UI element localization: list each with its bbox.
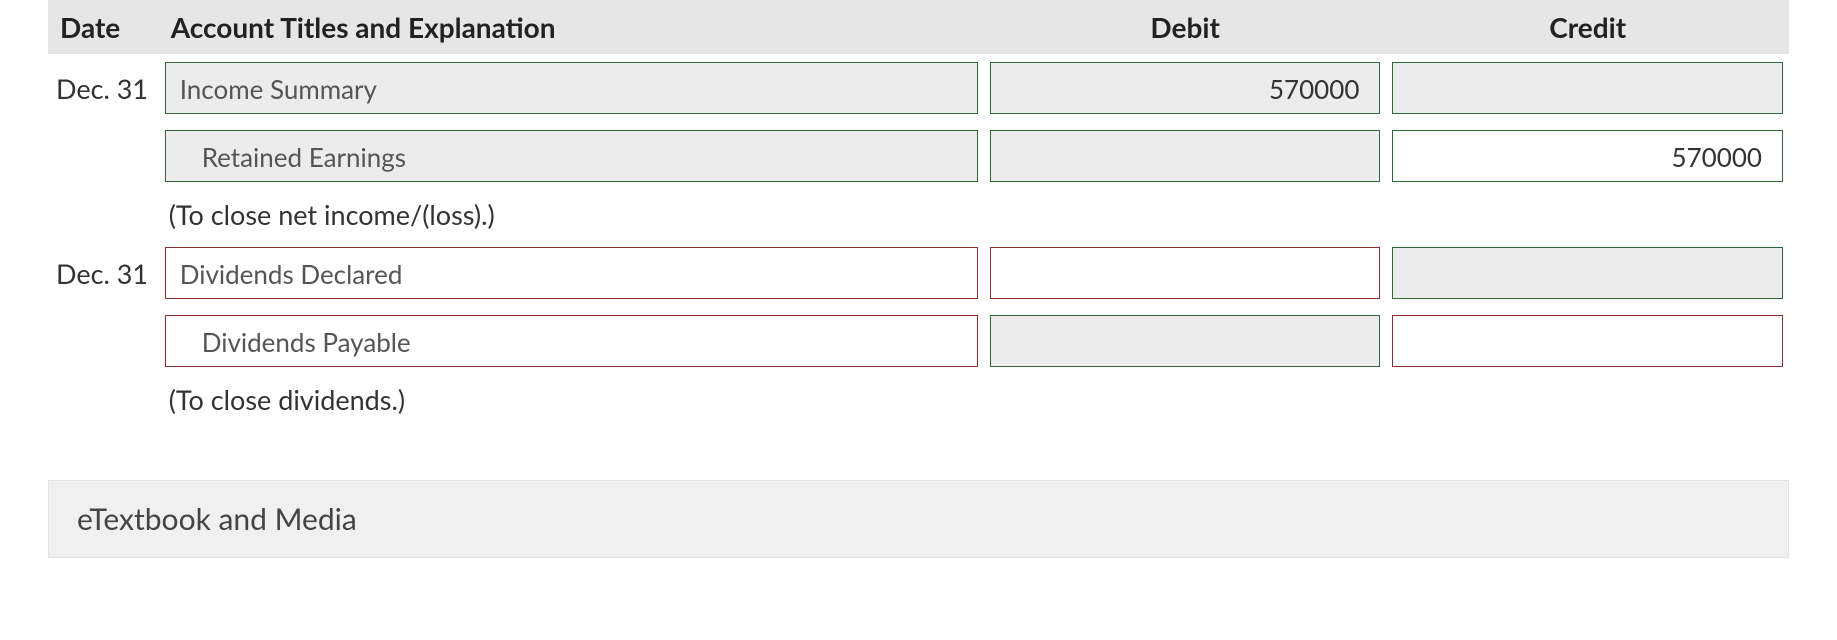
credit-input[interactable] [1392, 315, 1783, 367]
header-debit: Debit [984, 0, 1387, 54]
account-input[interactable]: Dividends Payable [165, 315, 978, 367]
date-cell: Dec. 31 [48, 54, 159, 122]
explanation-row: (To close net income/(loss).) [48, 190, 1789, 239]
journal-row: Dividends Payable [48, 307, 1789, 375]
credit-input[interactable]: 570000 [1392, 130, 1783, 182]
credit-input[interactable] [1392, 62, 1783, 114]
explanation-text: (To close dividends.) [159, 375, 984, 424]
debit-input[interactable] [990, 130, 1381, 182]
date-cell: Dec. 31 [48, 239, 159, 307]
explanation-row: (To close dividends.) [48, 375, 1789, 424]
account-input[interactable]: Retained Earnings [165, 130, 978, 182]
explanation-text: (To close net income/(loss).) [159, 190, 984, 239]
debit-input[interactable] [990, 315, 1381, 367]
etextbook-media-bar[interactable]: eTextbook and Media [48, 480, 1789, 558]
journal-row: Retained Earnings 570000 [48, 122, 1789, 190]
debit-input[interactable]: 570000 [990, 62, 1381, 114]
header-account: Account Titles and Explanation [159, 0, 984, 54]
debit-input[interactable] [990, 247, 1381, 299]
header-row: Date Account Titles and Explanation Debi… [48, 0, 1789, 54]
account-input[interactable]: Dividends Declared [165, 247, 978, 299]
journal-row: Dec. 31 Income Summary 570000 [48, 54, 1789, 122]
header-credit: Credit [1386, 0, 1789, 54]
journal-table: Date Account Titles and Explanation Debi… [48, 0, 1789, 424]
journal-row: Dec. 31 Dividends Declared [48, 239, 1789, 307]
account-input[interactable]: Income Summary [165, 62, 978, 114]
header-date: Date [48, 0, 159, 54]
credit-input[interactable] [1392, 247, 1783, 299]
